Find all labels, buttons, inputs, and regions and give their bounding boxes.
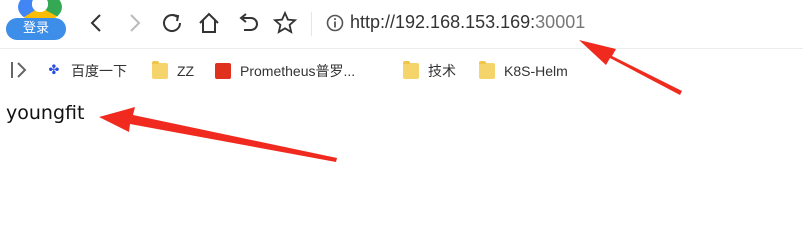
bookmark-zz[interactable]: ZZ — [152, 60, 194, 82]
bookmarks-bar: ✤ 百度一下 ZZ Prometheus普罗... 技术 K8S-Helm — [0, 48, 803, 93]
star-icon[interactable] — [272, 10, 298, 36]
browser-window: 登录 http://192.168.153.169:30001 ✤ 百度一下 Z… — [0, 0, 803, 243]
url-text[interactable]: http://192.168.153.169:30001 — [350, 12, 585, 33]
home-icon[interactable] — [196, 10, 222, 36]
url-port: 30001 — [535, 12, 586, 32]
url-host: http://192.168.153.169: — [350, 12, 536, 32]
bookmark-label: 技术 — [428, 63, 456, 79]
bookmark-label: 百度一下 — [71, 63, 127, 79]
login-badge[interactable]: 登录 — [6, 18, 66, 40]
bookmark-label: Prometheus普罗... — [240, 63, 356, 79]
toolbar-separator — [311, 12, 312, 36]
bookmark-label: K8S-Helm — [504, 63, 568, 79]
annotation-arrow-content — [99, 107, 337, 162]
bookmark-tech[interactable]: 技术 — [403, 60, 456, 82]
reload-icon[interactable] — [159, 10, 185, 36]
baidu-icon: ✤ — [48, 63, 60, 78]
address-bar[interactable]: http://192.168.153.169:30001 — [320, 9, 790, 37]
bookmarks-bar-toggle-icon[interactable] — [8, 59, 30, 81]
folder-icon — [479, 61, 495, 79]
bookmark-baidu[interactable]: ✤ 百度一下 — [46, 60, 127, 82]
prometheus-icon — [215, 63, 231, 79]
bookmark-k8s-helm[interactable]: K8S-Helm — [479, 60, 568, 82]
browser-toolbar: 登录 http://192.168.153.169:30001 — [0, 0, 803, 48]
profile-button[interactable]: 登录 — [2, 0, 68, 42]
info-icon[interactable] — [326, 14, 344, 32]
bookmark-prometheus[interactable]: Prometheus普罗... — [215, 60, 355, 82]
folder-icon — [403, 61, 419, 79]
undo-icon[interactable] — [235, 10, 261, 36]
folder-icon — [152, 61, 168, 79]
chevron-left-icon[interactable] — [84, 10, 110, 36]
chevron-right-icon[interactable] — [121, 10, 147, 36]
page-body-text: youngfit — [6, 102, 85, 124]
bookmark-label: ZZ — [177, 63, 195, 79]
